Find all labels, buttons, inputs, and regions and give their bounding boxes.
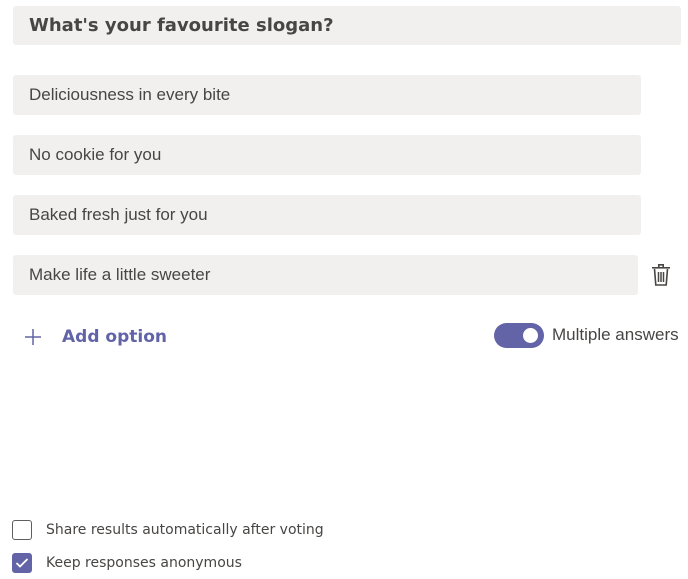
multiple-answers-toggle-row: Multiple answers	[494, 322, 679, 348]
anonymous-setting: Keep responses anonymous	[12, 553, 242, 573]
anonymous-checkbox[interactable]	[12, 553, 32, 573]
poll-editor: What's your favourite slogan? Deliciousn…	[0, 0, 688, 579]
option-field-4[interactable]: Make life a little sweeter	[13, 255, 638, 295]
question-field[interactable]: What's your favourite slogan?	[13, 6, 681, 45]
multiple-answers-label: Multiple answers	[552, 325, 679, 344]
add-option-button[interactable]: Add option	[22, 320, 167, 354]
toggle-knob	[523, 327, 538, 343]
option-field-1[interactable]: Deliciousness in every bite	[13, 75, 641, 115]
plus-icon	[25, 329, 41, 345]
option-field-3[interactable]: Baked fresh just for you	[13, 195, 641, 235]
add-option-label: Add option	[62, 327, 167, 347]
share-results-label: Share results automatically after voting	[46, 522, 324, 538]
share-results-checkbox[interactable]	[12, 520, 32, 540]
checkmark-icon	[15, 558, 29, 568]
anonymous-label: Keep responses anonymous	[46, 555, 242, 571]
multiple-answers-toggle[interactable]	[494, 322, 544, 348]
trash-icon[interactable]	[650, 263, 672, 287]
share-results-setting: Share results automatically after voting	[12, 520, 324, 540]
option-field-2[interactable]: No cookie for you	[13, 135, 641, 175]
